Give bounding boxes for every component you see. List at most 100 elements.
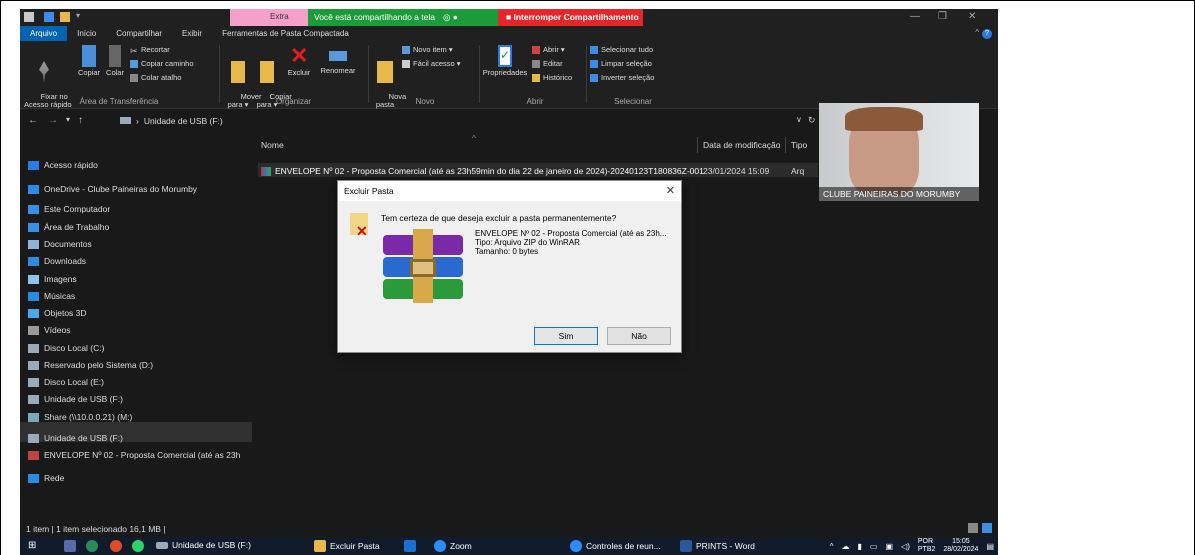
clock[interactable]: 15:05 28/02/2024 bbox=[943, 538, 978, 554]
sort-indicator-icon: ^ bbox=[472, 133, 476, 143]
tab-ferramentas[interactable]: Ferramentas de Pasta Compactada bbox=[212, 26, 359, 41]
easy-access-button[interactable]: Fácil acesso ▾ bbox=[402, 59, 461, 68]
app-icon[interactable] bbox=[64, 540, 76, 552]
group-open-label: Abrir bbox=[526, 97, 544, 106]
file-date-cell: 23/01/2024 15:09 bbox=[703, 166, 770, 176]
paste-button[interactable]: Colar bbox=[104, 43, 126, 77]
word-icon bbox=[680, 540, 692, 552]
sidebar-item[interactable]: Share (\\10.0.0.21) (M:) bbox=[28, 412, 132, 422]
select-all-button[interactable]: Selecionar tudo bbox=[590, 45, 653, 54]
new-folder-quick-icon[interactable] bbox=[60, 12, 70, 22]
sidebar-item[interactable]: OneDrive - Clube Paineiras do Morumby bbox=[28, 184, 197, 194]
paste-shortcut-button[interactable]: Colar atalho bbox=[130, 73, 181, 82]
sidebar-item[interactable]: Rede bbox=[28, 473, 64, 483]
sidebar-item[interactable]: Disco Local (E:) bbox=[28, 377, 104, 387]
outlook-icon[interactable] bbox=[404, 540, 416, 552]
tray-overflow-icon[interactable]: ^ bbox=[830, 542, 834, 551]
edit-button[interactable]: Editar bbox=[532, 59, 563, 68]
paste-icon bbox=[109, 45, 121, 67]
sidebar-item[interactable]: Este Computador bbox=[28, 204, 110, 214]
rename-button[interactable]: Renomear bbox=[318, 43, 358, 75]
tab-inicio[interactable]: Início bbox=[67, 26, 106, 41]
back-arrow-icon[interactable]: ← bbox=[28, 115, 38, 126]
sidebar-item[interactable]: ENVELOPE Nº 02 - Proposta Comercial (até… bbox=[28, 450, 240, 460]
sidebar-item-label: Músicas bbox=[44, 291, 76, 301]
history-button[interactable]: Histórico bbox=[532, 73, 572, 82]
sidebar-item[interactable]: Unidade de USB (F:) bbox=[28, 394, 123, 404]
chrome-icon[interactable] bbox=[110, 540, 122, 552]
file-name-cell[interactable]: ENVELOPE Nº 02 - Proposta Comercial (até… bbox=[261, 166, 704, 176]
column-header-type[interactable]: Tipo bbox=[791, 140, 807, 150]
copy-path-button[interactable]: Copiar caminho bbox=[130, 59, 194, 68]
up-arrow-icon[interactable]: ↑ bbox=[78, 115, 83, 126]
maximize-icon[interactable]: ❐ bbox=[938, 11, 947, 22]
whatsapp-icon[interactable] bbox=[132, 540, 144, 552]
recent-locations-icon[interactable]: ▾ bbox=[66, 115, 70, 124]
sidebar-item[interactable]: Acesso rápido bbox=[28, 160, 98, 170]
column-header-name[interactable]: Nome bbox=[261, 140, 284, 150]
volume-icon[interactable]: ◁) bbox=[901, 542, 910, 551]
address-dropdown-icon[interactable]: ∨ bbox=[796, 115, 802, 124]
delete-button[interactable]: ✕ Excluir bbox=[282, 43, 316, 77]
sidebar-item[interactable]: Documentos bbox=[28, 239, 92, 249]
sidebar-item[interactable]: Área de Trabalho bbox=[28, 222, 109, 232]
help-icon[interactable]: ? bbox=[982, 29, 992, 39]
large-icons-view-icon[interactable] bbox=[982, 523, 992, 533]
sidebar-item[interactable]: Músicas bbox=[28, 291, 75, 301]
details-view-icon[interactable] bbox=[968, 523, 978, 533]
network-icon[interactable]: ▣ bbox=[885, 542, 893, 551]
stop-sharing-button[interactable]: ■ Interromper Compartilhamento bbox=[498, 9, 643, 26]
ribbon-tabs: Arquivo Início Compartilhar Exibir Ferra… bbox=[20, 26, 998, 41]
taskbar-item-word[interactable]: PRINTS - Word bbox=[680, 540, 755, 552]
taskbar-item-zoom[interactable]: Zoom bbox=[434, 540, 472, 552]
collapse-ribbon-icon[interactable]: ^ bbox=[975, 28, 979, 37]
taskbar-item-label: Controles de reun... bbox=[586, 541, 661, 551]
yes-button[interactable]: Sim bbox=[534, 327, 598, 345]
breadcrumb[interactable]: Unidade de USB (F:) bbox=[144, 116, 223, 126]
select-none-button[interactable]: Limpar seleção bbox=[590, 59, 652, 68]
no-button[interactable]: Não bbox=[607, 327, 671, 345]
sidebar-item[interactable]: Imagens bbox=[28, 274, 77, 284]
properties-quick-icon[interactable] bbox=[44, 12, 54, 22]
dialog-close-icon[interactable]: ✕ bbox=[666, 184, 675, 197]
notifications-icon[interactable]: ▤ bbox=[986, 542, 994, 551]
language-indicator[interactable]: POR PTB2 bbox=[918, 538, 936, 554]
webcam-preview[interactable]: CLUBE PAINEIRAS DO MORUMBY bbox=[819, 103, 979, 201]
taskbar-item-usb[interactable]: Unidade de USB (F:) bbox=[156, 540, 251, 550]
sidebar-item[interactable]: Vídeos bbox=[28, 325, 70, 335]
copy-button[interactable]: Copiar bbox=[76, 43, 102, 77]
cut-button[interactable]: ✂ Recortar bbox=[130, 45, 170, 56]
drive-icon bbox=[28, 360, 39, 370]
new-item-button[interactable]: Novo item ▾ bbox=[402, 45, 453, 54]
system-tray: ^ ☁ ▮ ▭ ▣ ◁) POR PTB2 15:05 28/02/2024 ▤ bbox=[830, 538, 994, 554]
tab-exibir[interactable]: Exibir bbox=[172, 26, 212, 41]
sidebar-item[interactable]: Reservado pelo Sistema (D:) bbox=[28, 360, 153, 370]
open-button[interactable]: Abrir ▾ bbox=[532, 45, 565, 54]
invert-selection-button[interactable]: Inverter seleção bbox=[590, 73, 654, 82]
sidebar-item[interactable]: Objetos 3D bbox=[28, 308, 87, 318]
sidebar-item-label: Objetos 3D bbox=[44, 308, 87, 318]
sidebar-item[interactable]: Disco Local (C:) bbox=[28, 343, 104, 353]
address-bar[interactable]: › Unidade de USB (F:) bbox=[116, 113, 816, 128]
taskbar-item-meeting-controls[interactable]: Controles de reun... bbox=[570, 540, 661, 552]
sidebar-item[interactable]: Downloads bbox=[28, 256, 86, 266]
taskbar-item-delete-folder[interactable]: Excluir Pasta bbox=[314, 540, 380, 552]
move-to-icon bbox=[231, 61, 245, 83]
onedrive-icon[interactable]: ☁ bbox=[842, 542, 850, 551]
windows-start-icon[interactable]: ⊞ bbox=[28, 540, 36, 551]
forward-arrow-icon[interactable]: → bbox=[48, 115, 58, 126]
tab-arquivo[interactable]: Arquivo bbox=[20, 26, 68, 41]
usb-icon[interactable]: ▮ bbox=[858, 542, 862, 551]
properties-button[interactable]: ✓ Propriedades bbox=[482, 43, 528, 77]
usb-drive-icon bbox=[120, 117, 131, 124]
refresh-icon[interactable]: ↻ bbox=[808, 115, 816, 126]
battery-icon[interactable]: ▭ bbox=[870, 542, 878, 551]
close-icon[interactable]: ✕ bbox=[968, 11, 976, 22]
sidebar-item[interactable]: Unidade de USB (F:) bbox=[28, 433, 123, 443]
minimize-icon[interactable]: — bbox=[910, 11, 920, 22]
computer-icon bbox=[28, 204, 39, 214]
tab-compartilhar[interactable]: Compartilhar bbox=[106, 26, 172, 41]
column-header-date[interactable]: Data de modificação bbox=[703, 140, 781, 150]
quick-access-dropdown-icon[interactable]: ▾ bbox=[76, 11, 84, 21]
edge-icon[interactable] bbox=[86, 540, 98, 552]
